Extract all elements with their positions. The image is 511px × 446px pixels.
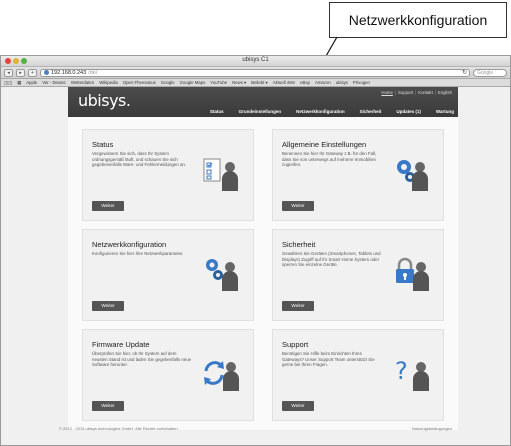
- nav-updates[interactable]: Updates (1): [396, 109, 421, 114]
- nav-wartung[interactable]: Wartung: [436, 109, 454, 114]
- nav-netzwerkkonfiguration[interactable]: Netzwerkkonfiguration: [296, 109, 345, 114]
- site-header: ubisys. Home | Support | Kontakt | English …: [68, 87, 458, 117]
- bookmark-item[interactable]: Aktuell 49m: [273, 80, 295, 85]
- card-description: Vergewissern Sie sich, dass Ihr System o…: [92, 151, 187, 168]
- forward-button[interactable]: ▸: [16, 68, 25, 77]
- weiter-button[interactable]: Weiter: [282, 201, 314, 211]
- url-suffix: /de/: [88, 69, 98, 76]
- bookmark-item[interactable]: Open Fheesanus: [123, 80, 156, 85]
- weiter-button[interactable]: Weiter: [282, 401, 314, 411]
- reload-icon[interactable]: ↻: [462, 70, 467, 76]
- address-bar[interactable]: 192.168.0.243/de/ ↻: [40, 68, 470, 77]
- weiter-button[interactable]: Weiter: [92, 401, 124, 411]
- bookmark-item[interactable]: Apple: [26, 80, 37, 85]
- card-support: Support Benötigen Sie Hilfe beim Einrich…: [272, 329, 444, 421]
- window-title: ubisys C1: [242, 57, 269, 63]
- lock-icon: [396, 257, 429, 291]
- card-title: Status: [92, 140, 114, 149]
- browser-toolbar: ◂ ▸ + 192.168.0.243/de/ ↻ Google: [1, 67, 510, 79]
- top-links: Home | Support | Kontakt | English: [381, 90, 452, 95]
- card-firmware-update: Firmware Update Überprüfen Sie hier, ob …: [82, 329, 254, 421]
- card-netzwerkkonfiguration: Netzwerkkonfiguration Konfigurieren Sie …: [82, 229, 254, 321]
- card-sicherheit: Sicherheit Gewähren Sie Geräten (Smartph…: [272, 229, 444, 321]
- page-footer: © 2012 - 2013 ubisys technologies GmbH. …: [59, 426, 452, 431]
- network-icon: [206, 259, 238, 291]
- card-title: Support: [282, 340, 309, 349]
- card-description: Gewähren Sie Geräten (Smartphones, Table…: [282, 251, 381, 268]
- bookmark-item[interactable]: YouTube: [210, 80, 227, 85]
- toplink-english[interactable]: English: [438, 90, 452, 95]
- dashboard-content: Status Vergewissern Sie sich, dass Ihr S…: [68, 117, 458, 430]
- card-allgemeine-einstellungen: Allgemeine Einstellungen Benennen Sie hi…: [272, 129, 444, 221]
- status-checklist-icon: [203, 158, 238, 191]
- bookmarks-bar: ◫◫ ▦ Apple Ver - Deutsc Wetterdaten Wiki…: [1, 79, 510, 87]
- bookmark-item[interactable]: News ▾: [232, 80, 246, 86]
- card-title: Sicherheit: [282, 240, 316, 249]
- main-nav: Status Grundeinstellungen Netzwerkkonfig…: [210, 109, 454, 114]
- card-title: Netzwerkkonfiguration: [92, 240, 167, 249]
- toplink-home[interactable]: Home: [381, 90, 392, 95]
- weiter-button[interactable]: Weiter: [282, 301, 314, 311]
- nav-grundeinstellungen[interactable]: Grundeinstellungen: [239, 109, 282, 114]
- settings-gear-icon: [397, 160, 428, 191]
- svg-text:?: ?: [395, 357, 408, 385]
- bookmark-item[interactable]: Google: [161, 80, 175, 85]
- bookmark-item[interactable]: Ver - Deutsc: [42, 80, 66, 85]
- callout-label: Netzwerkkonfiguration: [329, 2, 507, 38]
- weiter-button[interactable]: Weiter: [92, 301, 124, 311]
- bookmark-item[interactable]: Amazon: [315, 80, 331, 85]
- card-title: Allgemeine Einstellungen: [282, 140, 367, 149]
- toplink-support[interactable]: Support: [398, 90, 413, 95]
- nav-sicherheit[interactable]: Sicherheit: [360, 109, 382, 114]
- search-field[interactable]: Google: [473, 68, 507, 77]
- bookmark-item[interactable]: Privogen: [353, 80, 370, 85]
- bookmark-item[interactable]: Google Maps: [180, 80, 206, 85]
- bookmark-item[interactable]: ubisys: [336, 80, 348, 85]
- bookmarks-grid-icon[interactable]: ▦: [17, 80, 21, 86]
- bookmark-item[interactable]: Wetterdaten: [71, 80, 94, 85]
- bookmark-item[interactable]: Wikipedia: [99, 80, 118, 85]
- terms-link[interactable]: Nutzungsbedingungen: [412, 426, 452, 431]
- card-description: Konfigurieren Sie hier Ihre Netzwerkpara…: [92, 251, 184, 256]
- url-text: 192.168.0.243: [51, 69, 87, 76]
- site-globe-icon: [44, 70, 49, 75]
- reading-list-icon[interactable]: ◫◫: [4, 80, 12, 86]
- card-description: Benötigen Sie Hilfe beim Einrichten Ihre…: [282, 351, 375, 368]
- nav-status[interactable]: Status: [210, 109, 224, 114]
- bookmark-item[interactable]: eBay: [300, 80, 310, 85]
- card-description: Benennen Sie hier Ihr Gateway z.B. für d…: [282, 151, 377, 168]
- back-button[interactable]: ◂: [4, 68, 13, 77]
- browser-window: ubisys C1 ◂ ▸ + 192.168.0.243/de/ ↻ Goog…: [0, 55, 511, 446]
- toplink-contact[interactable]: Kontakt: [418, 90, 433, 95]
- ubisys-logo[interactable]: ubisys.: [78, 91, 131, 110]
- card-status: Status Vergewissern Sie sich, dass Ihr S…: [82, 129, 254, 221]
- refresh-icon: [204, 361, 239, 391]
- card-description: Überprüfen Sie hier, ob Ihr System auf d…: [92, 351, 192, 368]
- weiter-button[interactable]: Weiter: [92, 201, 124, 211]
- title-bar: ubisys C1: [1, 56, 510, 67]
- web-page: ubisys. Home | Support | Kontakt | English …: [1, 87, 510, 445]
- add-bookmark-button[interactable]: +: [28, 68, 37, 77]
- bookmark-item[interactable]: Beliebt ▾: [251, 80, 268, 86]
- card-title: Firmware Update: [92, 340, 150, 349]
- question-icon: ?: [395, 357, 429, 391]
- copyright-text: © 2012 - 2013 ubisys technologies GmbH. …: [59, 426, 179, 431]
